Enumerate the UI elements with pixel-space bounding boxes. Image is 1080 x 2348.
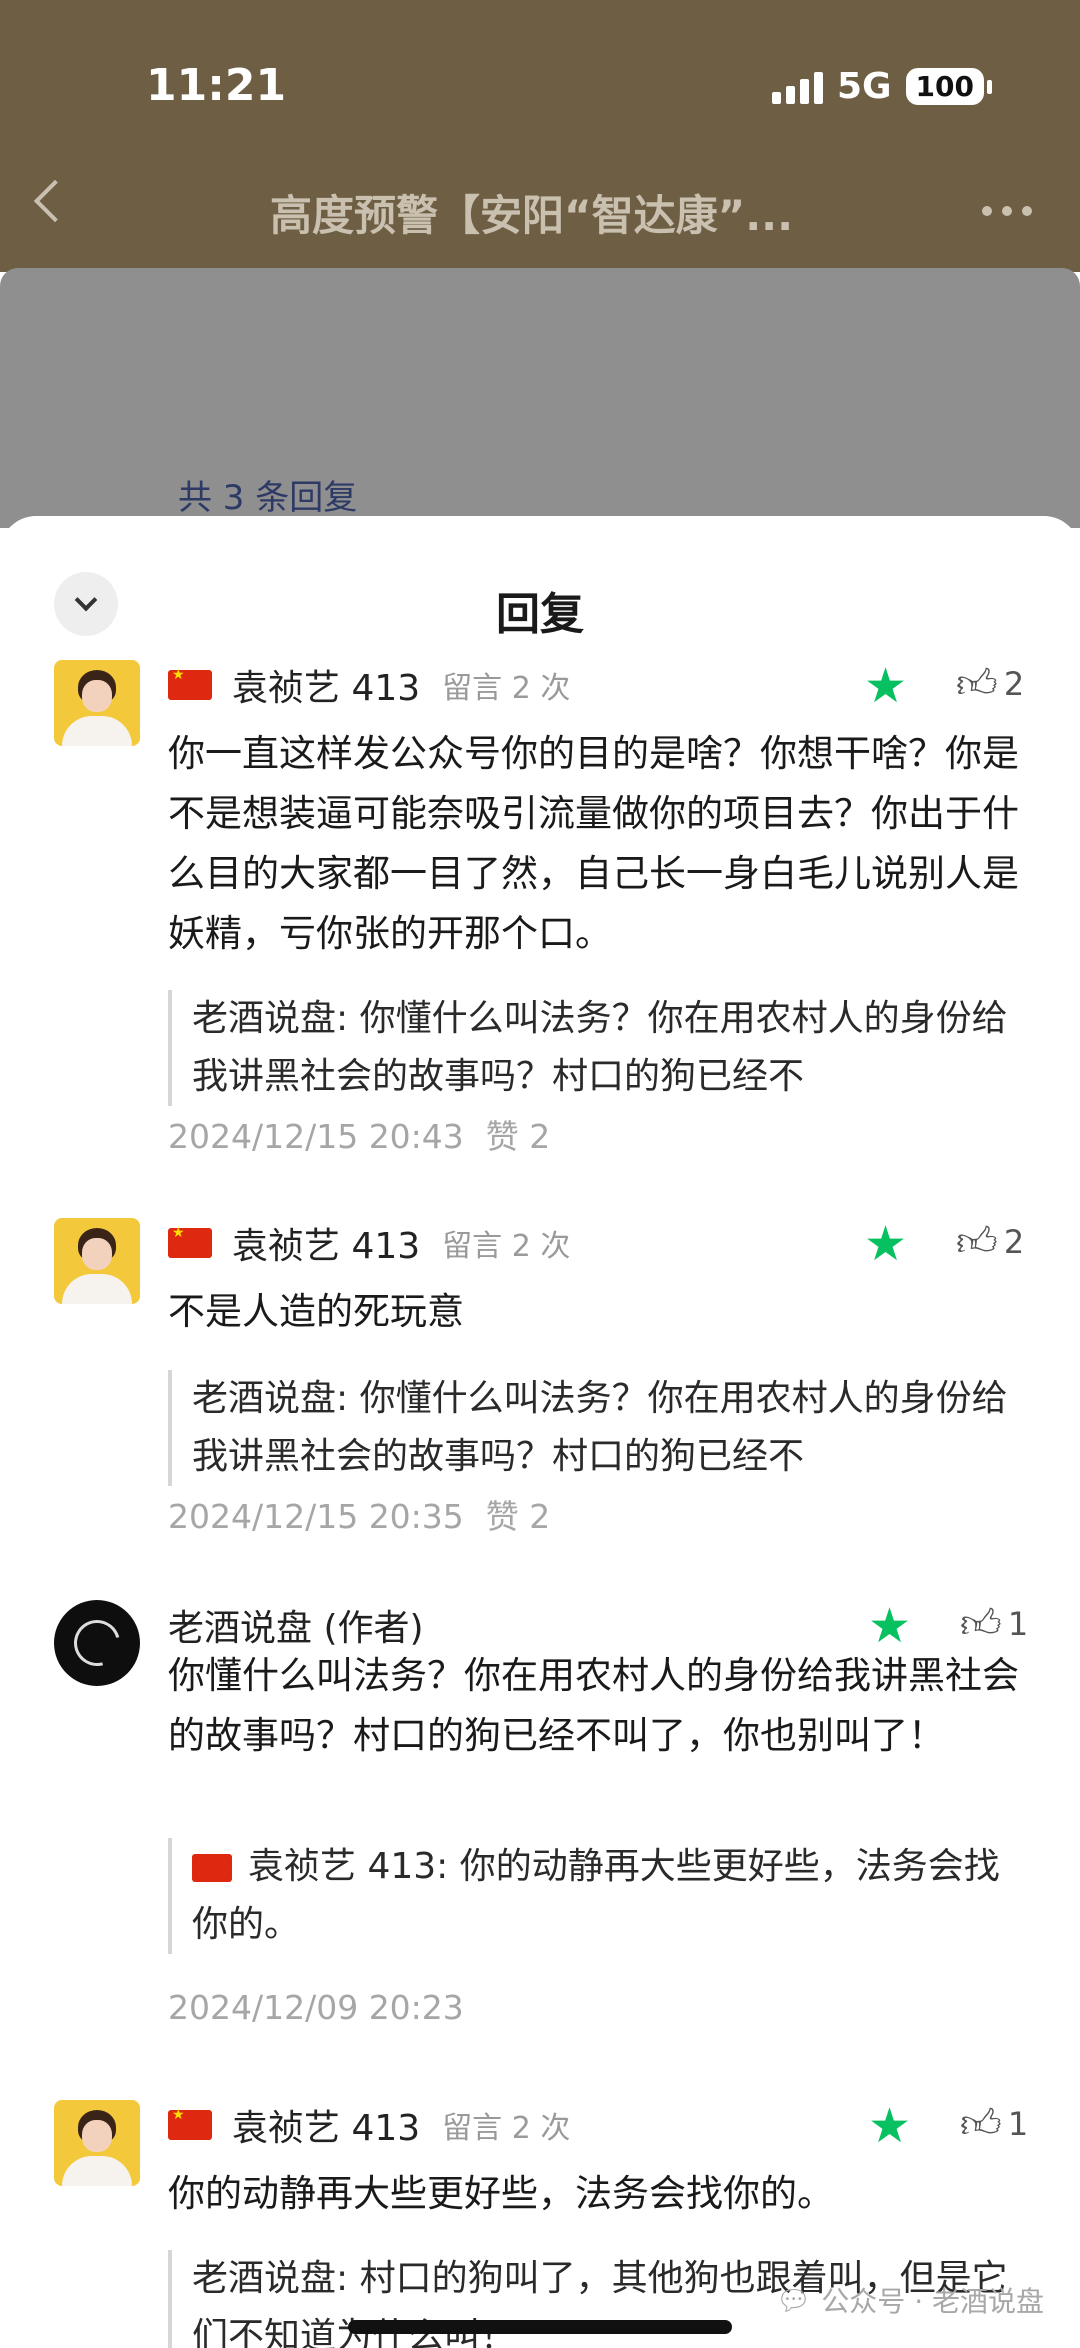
top-bar: 11:21 5G 100 高度预警【安阳“智达康”... <box>0 0 1080 272</box>
star-icon: ★ <box>864 1216 908 1272</box>
avatar[interactable] <box>54 660 140 746</box>
comment-count-tag: 留言 2 次 <box>442 671 571 706</box>
thumb-up-icon: 👍︎ <box>956 1219 998 1265</box>
comment-footer: 2024/12/15 20:43 赞 2 <box>168 1110 550 1158</box>
author-name: 袁祯艺 413 <box>232 668 421 709</box>
comment-text: 你一直这样发公众号你的目的是啥？你想干啥？你是不是想装逼可能奈吸引流量做你的项目… <box>168 732 1019 955</box>
comment-time: 2024/12/15 20:43 <box>168 1117 464 1156</box>
china-flag-icon <box>192 1854 232 1882</box>
comment-text: 不是人造的死玩意 <box>168 1290 464 1333</box>
author-name: 老酒说盘 (作者) <box>168 1608 424 1649</box>
china-flag-icon <box>168 667 212 700</box>
modal-title: 回复 <box>496 589 584 640</box>
author-name: 袁祯艺 413 <box>232 2108 421 2149</box>
watermark-text: 公众号 · 老酒说盘 <box>821 2285 1044 2318</box>
quoted-reply: 袁祯艺 413: 你的动静再大些更好些，法务会找你的。 <box>168 1838 1028 1954</box>
avatar[interactable] <box>54 2100 140 2186</box>
avatar[interactable] <box>54 1218 140 1304</box>
comment-count-tag: 留言 2 次 <box>442 1229 571 1264</box>
comment-author[interactable]: 袁祯艺 413 留言 2 次 <box>168 2100 570 2150</box>
comment-text: 你的动静再大些更好些，法务会找你的。 <box>168 2172 834 2215</box>
thumb-up-icon: 👍︎ <box>960 2101 1002 2147</box>
status-icons: 5G 100 <box>771 66 993 107</box>
quote-text: 袁祯艺 413: 你的动静再大些更好些，法务会找你的。 <box>192 1846 1000 1945</box>
zan-count: 赞 2 <box>485 1117 551 1156</box>
star-icon: ★ <box>864 658 908 714</box>
comment-time: 2024/12/09 20:23 <box>168 1988 464 2027</box>
china-flag-icon <box>168 1225 212 1258</box>
comment-text: 你懂什么叫法务？你在用农村人的身份给我讲黑社会的故事吗？村口的狗已经不叫了，你也… <box>168 1654 1019 1757</box>
like-button[interactable]: 👍︎ 2 <box>956 1222 1024 1262</box>
home-indicator[interactable] <box>348 2320 732 2334</box>
comment-footer: 2024/12/15 20:35 赞 2 <box>168 1490 550 1538</box>
china-flag-icon <box>168 2107 212 2140</box>
comment-author[interactable]: 袁祯艺 413 留言 2 次 <box>168 660 570 710</box>
battery-icon: 100 <box>905 68 993 105</box>
comment-time: 2024/12/15 20:35 <box>168 1497 464 1536</box>
thumb-up-icon: 👍︎ <box>956 661 998 707</box>
star-icon: ★ <box>868 2098 912 2154</box>
quoted-reply: 老酒说盘: 你懂什么叫法务？你在用农村人的身份给我讲黑社会的故事吗？村口的狗已经… <box>168 990 1028 1106</box>
back-icon[interactable] <box>33 179 77 223</box>
wechat-icon: 💬︎ <box>775 2283 812 2317</box>
more-icon[interactable] <box>982 206 1032 216</box>
like-button[interactable]: 👍︎ 1 <box>960 2104 1028 2144</box>
like-count: 1 <box>1007 2105 1029 2143</box>
zan-count: 赞 2 <box>485 1497 551 1536</box>
comment-author[interactable]: 老酒说盘 (作者) <box>168 1600 424 1650</box>
article-title: 高度预警【安阳“智达康”... <box>270 191 794 240</box>
watermark: 💬︎ 公众号 · 老酒说盘 <box>776 2280 1044 2320</box>
star-icon: ★ <box>868 1598 912 1654</box>
author-name: 袁祯艺 413 <box>232 1226 421 1267</box>
like-count: 2 <box>1003 1223 1025 1261</box>
signal-icon <box>771 70 823 104</box>
like-button[interactable]: 👍︎ 2 <box>956 664 1024 704</box>
screen: 11:21 5G 100 高度预警【安阳“智达康”... 留言 赞赏 👍︎ ♡ … <box>0 0 1080 2348</box>
reply-count-link[interactable]: 共 3 条回复 <box>178 470 357 519</box>
reply-modal: 回复 袁祯艺 413 留言 2 次 ★ 👍︎ 2 你一直这样发公众号你的目的是啥… <box>0 516 1080 2348</box>
comment-author[interactable]: 袁祯艺 413 留言 2 次 <box>168 1218 570 1268</box>
comments-panel: 留言 赞赏 👍︎ ♡ 划线 <box>0 268 1080 690</box>
status-time: 11:21 <box>146 60 287 111</box>
like-count: 1 <box>1007 1605 1029 1643</box>
like-button[interactable]: 👍︎ 1 <box>960 1604 1028 1644</box>
thumb-up-icon: 👍︎ <box>960 1601 1002 1647</box>
author-avatar[interactable] <box>54 1600 140 1686</box>
quoted-reply: 老酒说盘: 你懂什么叫法务？你在用农村人的身份给我讲黑社会的故事吗？村口的狗已经… <box>168 1370 1028 1486</box>
network-label: 5G <box>836 66 892 107</box>
comment-footer: 2024/12/09 20:23 <box>168 1988 464 2027</box>
like-count: 2 <box>1003 665 1025 703</box>
comment-count-tag: 留言 2 次 <box>442 2111 571 2146</box>
